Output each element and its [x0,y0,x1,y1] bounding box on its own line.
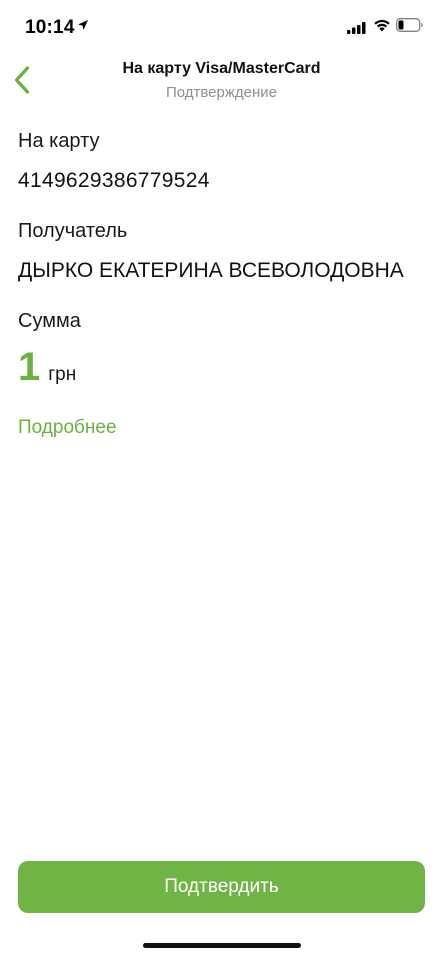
card-label: На карту [18,130,100,152]
amount-currency: грн [48,364,77,385]
location-arrow-icon [77,18,89,36]
wifi-icon [373,18,391,37]
confirmation-screen: 10:14 На карту Visa/MasterCard Подтвержд… [0,0,443,960]
recipient-label: Получатель [18,220,128,242]
confirm-button[interactable]: Подтвердить [18,861,425,913]
page-title: На карту Visa/MasterCard [122,60,321,77]
status-bar: 10:14 [0,0,443,52]
details-link[interactable]: Подробнее [18,417,117,439]
amount-label: Сумма [18,310,81,332]
cellular-signal-icon [347,21,367,39]
status-time: 10:14 [25,17,75,38]
navigation-bar: На карту Visa/MasterCard Подтверждение [0,52,443,112]
card-number: 4149629386779524 [18,169,210,192]
page-subtitle: Подтверждение [165,84,278,101]
battery-low-icon [396,18,424,37]
amount-value: 1 [18,345,41,389]
home-indicator[interactable] [143,943,301,948]
recipient-name: ДЫРКО ЕКАТЕРИНА ВСЕВОЛОДОВНА [18,259,404,282]
amount-row: 1 грн [18,344,76,390]
